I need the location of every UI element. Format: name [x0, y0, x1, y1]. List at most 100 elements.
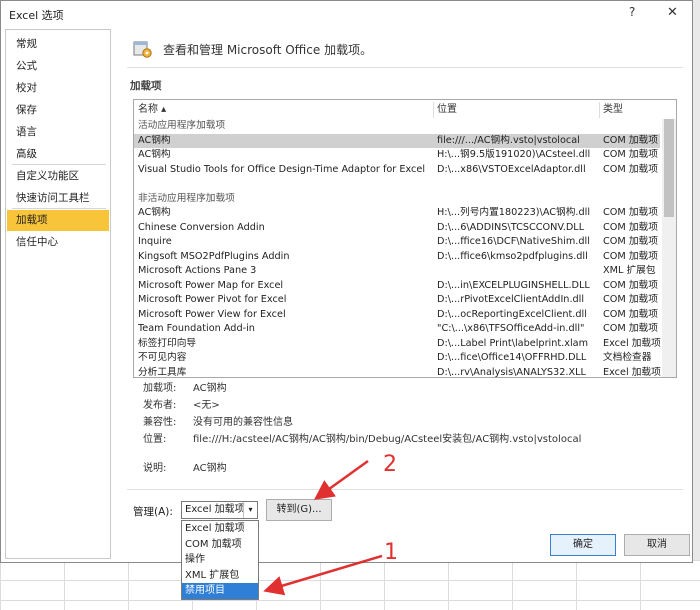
detail-label: 说明: [143, 463, 167, 474]
close-icon[interactable]: ✕ [667, 5, 678, 20]
detail-label: 发布者: [143, 400, 177, 411]
column-header-type[interactable]: 类型 [603, 101, 623, 119]
cell-location: "C:\...\x86\TFSOfficeAdd-in.dll" [437, 323, 585, 334]
column-header-name[interactable]: 名称 ▴ [138, 101, 166, 119]
sidebar-item-proofing[interactable]: 校对 [7, 78, 109, 99]
sidebar-item-formulas[interactable]: 公式 [7, 56, 109, 77]
goto-button[interactable]: 转到(G)... [266, 499, 332, 521]
cell-location: D:\...6\ADDINS\TCSCCONV.DLL [437, 221, 585, 233]
ok-button[interactable]: 确定 [550, 534, 616, 556]
manage-select[interactable]: Excel 加载项 ▾ [181, 501, 258, 519]
detail-label: 兼容性: [143, 417, 177, 428]
cell-name: 标签打印向导 [138, 337, 197, 349]
table-row[interactable]: Microsoft Power View for Excel D:\...ocRe… [134, 308, 660, 323]
table-row[interactable]: Kingsoft MSO2PdfPlugins Addin D:\...ffice… [134, 250, 660, 265]
cell-location: D:\...x86\VSTOExcelAdaptor.dll [437, 163, 586, 175]
table-row[interactable]: Chinese Conversion Addin D:\...6\ADDINS\T… [134, 221, 660, 236]
sidebar-item-advanced[interactable]: 高级 [7, 144, 109, 165]
sidebar-item-quick-access-toolbar[interactable]: 快速访问工具栏 [7, 188, 109, 209]
table-row[interactable]: Visual Studio Tools for Office Design-Ti… [134, 163, 660, 178]
addins-table: 名称 ▴ 位置 类型 活动应用程序加载项 AC钢构 file:///.../AC钢构… [133, 99, 677, 378]
table-row[interactable]: 不可见内容 D:\...fice\Office14\OFFRHD.DLL 文档检查器 [134, 351, 660, 366]
table-row[interactable]: 标签打印向导 D:\...Label Print\labelprint.xlam E… [134, 337, 661, 352]
cell-name: AC钢构 [138, 149, 171, 160]
help-icon[interactable]: ? [629, 5, 635, 19]
header-divider [127, 67, 683, 68]
cell-type: COM 加载项 [603, 221, 658, 233]
scrollbar-thumb[interactable] [664, 119, 674, 217]
cell-type: 文档检查器 [603, 352, 652, 363]
sidebar-item-addins[interactable]: 加载项 [7, 210, 109, 231]
sidebar-divider [12, 164, 106, 165]
table-row[interactable]: AC钢构 H:\...钢9.5版191020)\ACsteel.dll COM 加载… [134, 148, 660, 163]
cell-type: Excel 加载项 [603, 337, 661, 349]
table-row[interactable]: Team Foundation Add-in "C:\...\x86\TFSOff… [134, 322, 660, 337]
table-row[interactable]: AC钢构 file:///.../AC钢构.vsto|vstolocal COM 加… [134, 133, 660, 148]
cell-name: Inquire [138, 236, 172, 247]
cancel-button[interactable]: 取消 [624, 534, 690, 556]
section-title: 加载项 [130, 80, 162, 92]
sidebar-item-save[interactable]: 保存 [7, 100, 109, 121]
dropdown-option-actions[interactable]: 操作 [182, 552, 258, 568]
sidebar-item-language[interactable]: 语言 [7, 122, 109, 143]
cell-location: H:\...钢9.5版191020)\ACsteel.dll [437, 149, 591, 160]
detail-label: 位置: [143, 434, 167, 445]
cell-type: COM 加载项 [603, 308, 658, 320]
cell-location: D:\...ffice16\DCF\NativeShim.dll [437, 236, 590, 247]
cell-type: COM 加载项 [603, 163, 658, 175]
detail-value: 没有可用的兼容性信息 [193, 417, 293, 428]
table-row[interactable]: Inquire D:\...ffice16\DCF\NativeShim.dll C… [134, 235, 660, 250]
cell-name: 不可见内容 [138, 352, 187, 363]
cell-type: COM 加载项 [603, 294, 658, 305]
cell-name: Microsoft Power View for Excel [138, 308, 286, 320]
cell-location: D:\...ocReportingExcelClient.dll [437, 308, 587, 320]
sidebar-item-general[interactable]: 常规 [7, 34, 109, 55]
annotation-marker-2: 2 [383, 452, 397, 477]
table-scrollbar[interactable] [662, 119, 676, 377]
cell-location: H:\...列号内置180223)\AC钢构.dll [437, 207, 591, 218]
table-row[interactable]: Microsoft Power Pivot for Excel D:\...rPi… [134, 293, 660, 308]
excel-options-dialog: Excel 选项 ? ✕ 常规 公式 校对 保存 语言 高级 自定义功能区 快速… [0, 0, 693, 600]
dropdown-option-com-addins[interactable]: COM 加载项 [182, 537, 258, 553]
cell-type: COM 加载项 [603, 207, 658, 218]
table-row[interactable]: Microsoft Power Map for Excel D:\...in\EX… [134, 279, 660, 294]
dropdown-option-xml-expansion-packs[interactable]: XML 扩展包 [182, 568, 258, 584]
page-title: 查看和管理 Microsoft Office 加载项。 [163, 43, 373, 57]
dropdown-option-disabled-items[interactable]: 禁用项目 [182, 583, 258, 599]
options-sidebar: 常规 公式 校对 保存 语言 高级 自定义功能区 快速访问工具栏 加载项 信任中… [5, 29, 111, 559]
table-group-header: 非活动应用程序加载项 [134, 192, 660, 207]
manage-label: 管理(A): [133, 506, 173, 518]
detail-label: 加载项: [143, 383, 177, 394]
table-group-header [134, 177, 660, 192]
cell-type: XML 扩展包 [603, 265, 656, 276]
title-bar: Excel 选项 ? ✕ [1, 1, 692, 27]
cell-type: COM 加载项 [603, 134, 658, 146]
detail-value: file:///H:/acsteel/AC钢构/AC钢构/bin/Debug/A… [193, 434, 582, 445]
cell-name: Kingsoft MSO2PdfPlugins Addin [138, 250, 290, 262]
cell-name: AC钢构 [138, 134, 171, 146]
window-title: Excel 选项 [9, 9, 64, 22]
table-row[interactable]: 分析工具库 D:\...rv\Analysis\ANALYS32.XLL Excel… [134, 366, 661, 378]
cell-type: COM 加载项 [603, 279, 658, 291]
cell-type: COM 加载项 [603, 323, 658, 334]
group-label: 活动应用程序加载项 [138, 120, 226, 131]
column-divider[interactable] [599, 102, 600, 118]
cell-location: D:\...ffice6\kmso2pdfplugins.dll [437, 250, 588, 262]
cell-location: file:///.../AC钢构.vsto|vstolocal [437, 134, 580, 146]
cell-name: Microsoft Power Pivot for Excel [138, 294, 287, 305]
cell-name: Visual Studio Tools for Office Design-Ti… [138, 163, 426, 175]
sidebar-item-trust-center[interactable]: 信任中心 [7, 232, 109, 253]
table-row[interactable]: AC钢构 H:\...列号内置180223)\AC钢构.dll COM 加载项 [134, 206, 660, 221]
cell-type: COM 加载项 [603, 250, 658, 262]
sidebar-item-customize-ribbon[interactable]: 自定义功能区 [7, 166, 109, 187]
cell-name: Microsoft Actions Pane 3 [138, 265, 257, 276]
column-header-location[interactable]: 位置 [437, 101, 457, 119]
table-row[interactable]: Microsoft Actions Pane 3 XML 扩展包 [134, 264, 660, 279]
cell-type: COM 加载项 [603, 236, 658, 247]
table-group-header: 活动应用程序加载项 [134, 119, 660, 134]
dropdown-option-excel-addins[interactable]: Excel 加载项 [182, 521, 258, 537]
column-divider[interactable] [433, 102, 434, 118]
chevron-down-icon[interactable]: ▾ [243, 502, 257, 518]
cell-location: D:\...Label Print\labelprint.xlam [437, 337, 589, 349]
cell-name: AC钢构 [138, 207, 171, 218]
